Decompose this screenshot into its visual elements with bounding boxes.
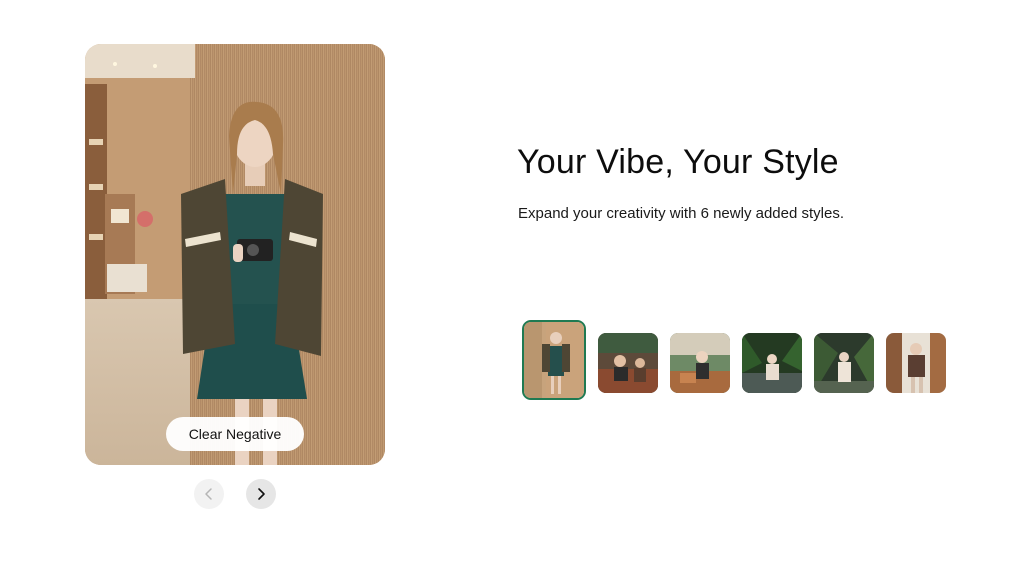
thumb-style-2[interactable]	[598, 333, 658, 393]
thumbnail-image	[886, 333, 946, 393]
preview-photo	[85, 44, 385, 465]
thumbnail-image	[814, 333, 874, 393]
chevron-right-icon	[258, 488, 265, 500]
style-thumbnail-strip	[520, 319, 950, 409]
thumbnail-image	[742, 333, 802, 393]
thumb-style-3[interactable]	[670, 333, 730, 393]
page-subtitle: Expand your creativity with 6 newly adde…	[518, 205, 844, 222]
thumbnail-image	[670, 333, 730, 393]
thumb-style-5[interactable]	[814, 333, 874, 393]
page-title: Your Vibe, Your Style	[517, 143, 839, 181]
style-label-pill[interactable]: Clear Negative	[166, 417, 304, 451]
thumbnail-image	[598, 333, 658, 393]
style-preview-card: Clear Negative	[85, 44, 385, 465]
thumb-style-4[interactable]	[742, 333, 802, 393]
thumbnail-image	[524, 322, 584, 398]
style-showcase-page: Clear Negative Your Vibe, Your Style Exp…	[0, 0, 1027, 577]
thumb-clear-negative[interactable]	[522, 320, 586, 400]
previous-button[interactable]	[194, 479, 224, 509]
next-button[interactable]	[246, 479, 276, 509]
thumb-style-6[interactable]	[886, 333, 946, 393]
chevron-left-icon	[205, 488, 212, 500]
